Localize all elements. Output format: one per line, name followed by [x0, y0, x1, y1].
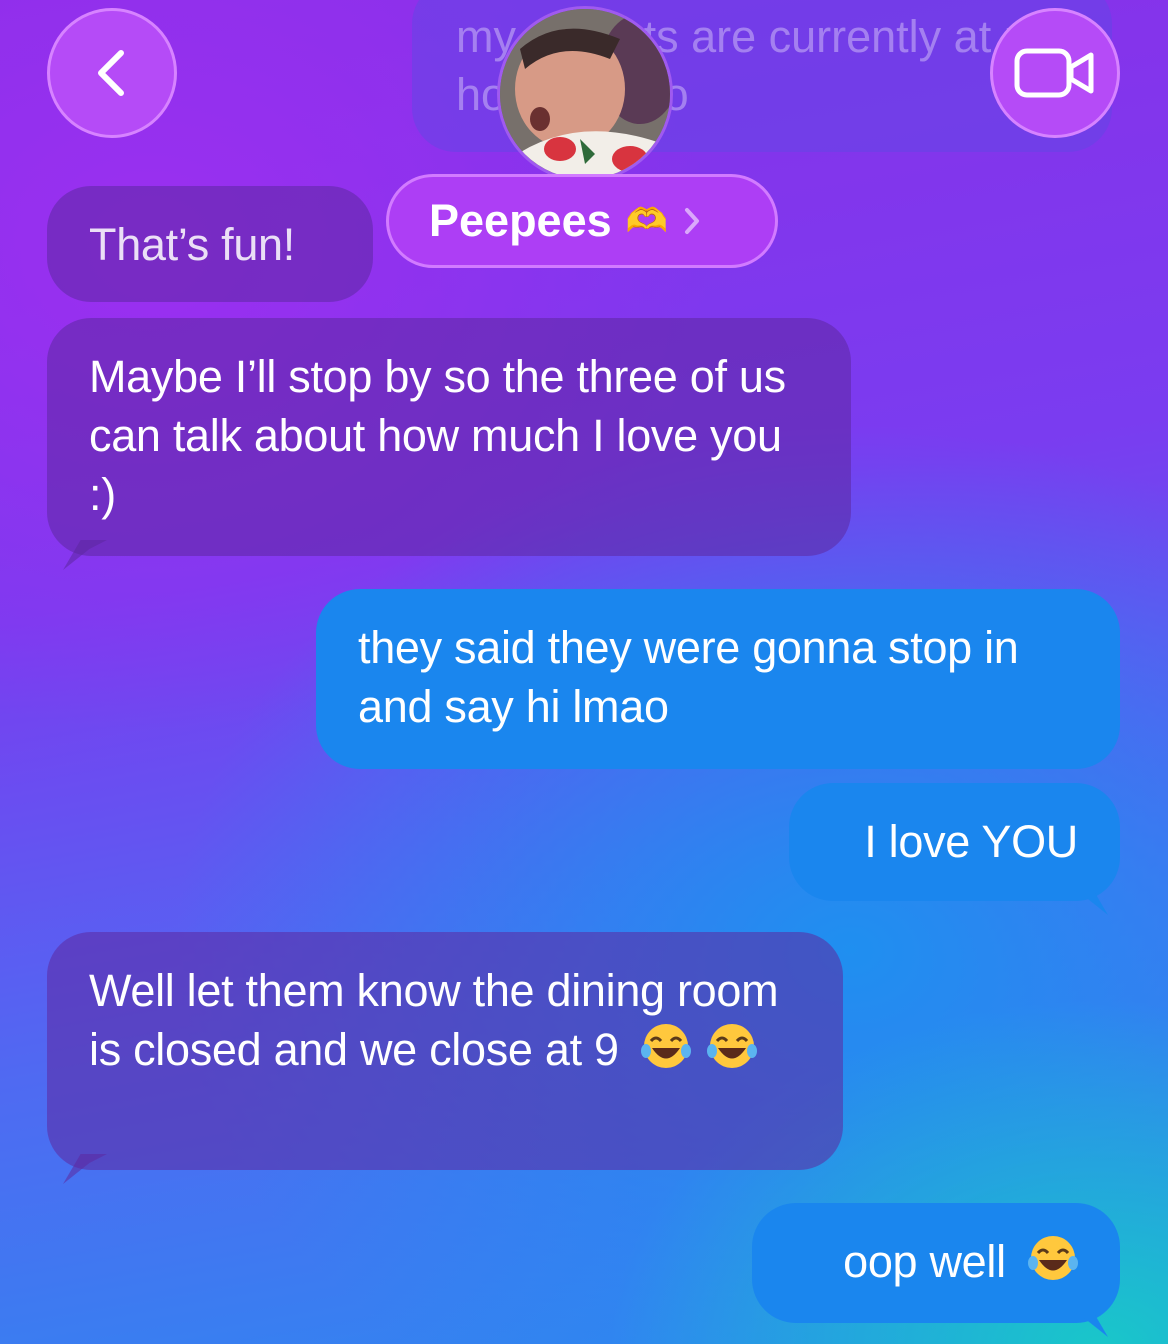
message-text: oop well	[843, 1236, 1006, 1287]
contact-avatar[interactable]	[497, 6, 673, 182]
back-button[interactable]	[47, 8, 177, 138]
video-call-button[interactable]	[990, 8, 1120, 138]
message-text: I love YOU	[864, 816, 1078, 867]
message-bubble-received[interactable]: Well let them know the dining room is cl…	[47, 932, 843, 1170]
laughing-crying-emoji	[640, 1024, 691, 1068]
message-bubble-sent[interactable]: they said they were gonna stop in and sa…	[316, 589, 1120, 769]
contact-name-button[interactable]: Peepees 🫶	[386, 174, 778, 268]
message-bubble-received[interactable]: That’s fun!	[47, 186, 373, 302]
laughing-crying-emoji	[1028, 1236, 1078, 1280]
chevron-left-icon	[98, 50, 124, 96]
message-text: That’s fun!	[89, 219, 295, 270]
laughing-crying-emoji	[707, 1024, 758, 1068]
message-bubble-sent[interactable]: I love YOU	[789, 783, 1120, 901]
heart-hands-emoji: 🫶	[625, 202, 668, 240]
chevron-right-icon	[684, 208, 699, 234]
message-bubble-received[interactable]: Maybe I’ll stop by so the three of us ca…	[47, 318, 851, 556]
message-text: they said they were gonna stop in and sa…	[358, 622, 1019, 732]
video-camera-icon	[1014, 48, 1094, 98]
contact-name: Peepees	[429, 195, 612, 246]
message-text: Maybe I’ll stop by so the three of us ca…	[89, 351, 786, 520]
contact-photo	[500, 9, 670, 179]
message-bubble-sent[interactable]: oop well	[752, 1203, 1120, 1323]
